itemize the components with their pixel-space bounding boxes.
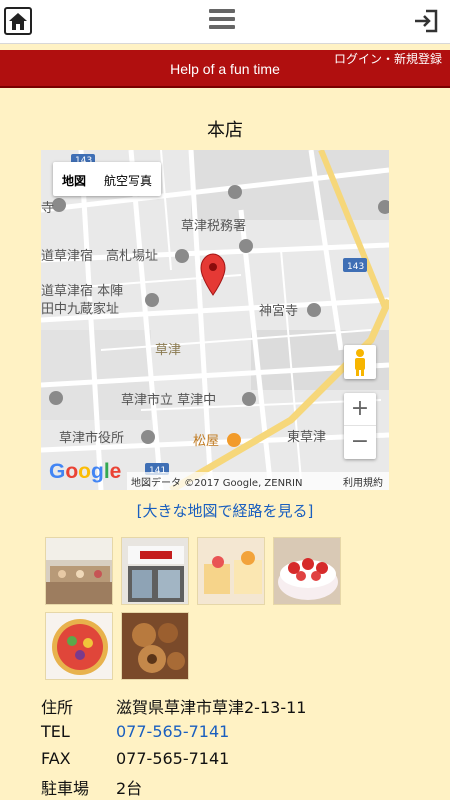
photo-thumbnail-storefront[interactable] xyxy=(121,537,189,605)
parking-value: 2台 xyxy=(116,779,143,798)
map-type-control: 地図 航空写真 xyxy=(53,162,162,196)
top-bar xyxy=(0,0,450,44)
map-label-higashi-kusatsu: 東草津 xyxy=(287,429,326,445)
map-label-road-143b: 143 xyxy=(347,262,364,272)
street-view-pegman-icon[interactable] xyxy=(344,345,376,379)
address-label: 住所 xyxy=(41,698,74,717)
map-type-map-button[interactable]: 地図 xyxy=(53,162,95,196)
map-type-satellite-button[interactable]: 航空写真 xyxy=(95,162,161,196)
map-attribution: 地図データ ©2017 Google, ZENRIN 利用規約 xyxy=(127,472,389,490)
zoom-control: + − xyxy=(344,393,376,459)
map-label-shinguji: 神宮寺 xyxy=(259,303,298,319)
google-logo: Google xyxy=(49,460,122,483)
map-label-tax-office: 草津税務署 xyxy=(181,219,246,234)
photo-thumbnail-strawberry-cake[interactable] xyxy=(273,537,341,605)
map-attribution-text: 地図データ ©2017 Google, ZENRIN xyxy=(131,478,303,489)
map-label-matsuya: 松屋 xyxy=(193,434,219,449)
photo-thumbnail-cakes[interactable] xyxy=(197,537,265,605)
home-icon[interactable] xyxy=(4,7,32,35)
embedded-map[interactable]: 143 143 141 寺 草津税務署 道草津宿 高札場址 道草津宿 本陣 田中… xyxy=(41,150,389,490)
fax-label: FAX xyxy=(41,749,71,768)
tel-label: TEL xyxy=(41,722,70,741)
login-icon[interactable] xyxy=(412,8,440,34)
map-label-kusatsu: 草津 xyxy=(155,343,181,358)
photo-thumbnail-baked-goods[interactable] xyxy=(121,612,189,680)
photo-thumbnail-shop-interior[interactable] xyxy=(45,537,113,605)
map-label-city-hall: 草津市役所 xyxy=(59,430,124,446)
tel-link[interactable]: 077-565-7141 xyxy=(116,722,229,741)
zoom-in-button[interactable]: + xyxy=(344,393,376,426)
map-label-tanaka: 田中九蔵家址 xyxy=(41,301,119,317)
photo-thumbnail-fruit-tart[interactable] xyxy=(45,612,113,680)
address-value: 滋賀県草津市草津2-13-11 xyxy=(116,698,307,717)
site-banner: Help of a fun time ログイン・新規登録 xyxy=(0,50,450,88)
map-terms-link[interactable]: 利用規約 xyxy=(343,474,383,489)
fax-value: 077-565-7141 xyxy=(116,749,230,768)
parking-label: 駐車場 xyxy=(41,779,90,798)
large-map-link[interactable]: [大きな地図で経路を見る] xyxy=(0,500,450,521)
map-label-junior-high: 草津市立 草津中 xyxy=(121,392,216,408)
map-label-kusatsu-juku: 道草津宿 xyxy=(41,248,93,264)
hamburger-menu-icon[interactable] xyxy=(209,9,235,33)
map-label-temple-left: 寺 xyxy=(41,201,54,216)
map-label-honjin: 道草津宿 本陣 xyxy=(41,283,123,299)
store-title: 本店 xyxy=(207,120,243,141)
zoom-out-button[interactable]: − xyxy=(344,426,376,459)
map-label-takafuda: 高札場址 xyxy=(106,248,158,264)
login-register-link[interactable]: ログイン・新規登録 xyxy=(334,50,442,67)
